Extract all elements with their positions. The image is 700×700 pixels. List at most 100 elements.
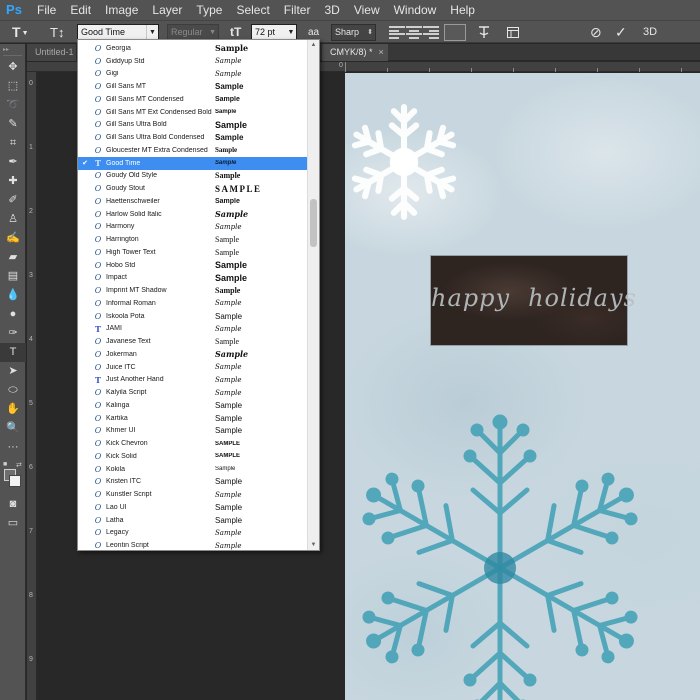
font-list-item[interactable]: O Kunstler Script Sample bbox=[78, 488, 308, 501]
font-list-item[interactable]: O Gill Sans MT Condensed Sample bbox=[78, 93, 308, 106]
font-list-item[interactable]: T Just Another Hand Sample bbox=[78, 374, 308, 387]
close-icon[interactable]: × bbox=[379, 47, 384, 57]
eraser-tool-icon[interactable]: ▰ bbox=[0, 248, 26, 267]
font-list-item[interactable]: O Kartika Sample bbox=[78, 412, 308, 425]
type-tool-icon[interactable]: T bbox=[0, 343, 26, 362]
panel-grip[interactable]: ▸▸ bbox=[3, 46, 22, 56]
font-list-item[interactable]: O Leontin Script Sample bbox=[78, 539, 308, 550]
menu-3d[interactable]: 3D bbox=[317, 0, 346, 20]
move-tool-icon[interactable]: ✥ bbox=[0, 58, 26, 77]
blur-tool-icon[interactable]: 💧 bbox=[0, 286, 26, 305]
menu-layer[interactable]: Layer bbox=[145, 0, 189, 20]
font-list-item[interactable]: O Kick Solid SAMPLE bbox=[78, 450, 308, 463]
font-list-item[interactable]: O Khmer UI Sample bbox=[78, 425, 308, 438]
font-list-item[interactable]: O Latha Sample bbox=[78, 514, 308, 527]
font-list-item[interactable]: O Gill Sans Ultra Bold Sample bbox=[78, 119, 308, 132]
font-list-item[interactable]: O Georgia Sample bbox=[78, 42, 308, 55]
document-canvas[interactable]: happy holidays bbox=[345, 73, 700, 700]
scrollbar-thumb[interactable] bbox=[310, 199, 317, 247]
scroll-down-icon[interactable]: ▼ bbox=[308, 540, 319, 550]
history-brush-tool-icon[interactable]: ✍ bbox=[0, 229, 26, 248]
menu-view[interactable]: View bbox=[347, 0, 387, 20]
more-tools-icon[interactable]: ··· bbox=[0, 438, 26, 457]
text-color-swatch[interactable] bbox=[444, 24, 466, 41]
menu-file[interactable]: File bbox=[30, 0, 63, 20]
font-list-item[interactable]: O Legacy Sample bbox=[78, 527, 308, 540]
swap-colors-icon[interactable]: ⇄ bbox=[16, 461, 22, 469]
anti-alias-select[interactable]: Sharp ⬍ bbox=[331, 24, 376, 41]
font-list-item[interactable]: O Gill Sans Ultra Bold Condensed Sample bbox=[78, 131, 308, 144]
crop-tool-icon[interactable]: ⌗ bbox=[0, 134, 26, 153]
menu-window[interactable]: Window bbox=[387, 0, 444, 20]
font-list-item[interactable]: O Kokila Sample bbox=[78, 463, 308, 476]
scroll-up-icon[interactable]: ▲ bbox=[308, 40, 319, 50]
document-tab-untitled[interactable]: Untitled-1 bbox=[27, 44, 77, 61]
font-list-item[interactable]: O Iskoola Pota Sample bbox=[78, 310, 308, 323]
background-color-swatch[interactable] bbox=[9, 475, 21, 487]
cancel-edits-icon[interactable]: ⊘ bbox=[590, 24, 606, 41]
font-list-item[interactable]: ✔ T Good Time Sample bbox=[78, 156, 308, 170]
hand-tool-icon[interactable]: ✋ bbox=[0, 400, 26, 419]
menu-filter[interactable]: Filter bbox=[277, 0, 318, 20]
font-list-item[interactable]: O Imprint MT Shadow Sample bbox=[78, 284, 308, 297]
chevron-down-icon[interactable]: ▼ bbox=[286, 25, 296, 40]
menu-help[interactable]: Help bbox=[443, 0, 482, 20]
menu-image[interactable]: Image bbox=[98, 0, 145, 20]
menu-type[interactable]: Type bbox=[189, 0, 229, 20]
font-list-item[interactable]: O Gill Sans MT Ext Condensed Bold Sample bbox=[78, 106, 308, 119]
font-list-item[interactable]: O Haettenschweiler Sample bbox=[78, 195, 308, 208]
3d-button[interactable]: 3D bbox=[643, 24, 663, 41]
font-list-item[interactable]: O High Tower Text Sample bbox=[78, 246, 308, 259]
chevron-down-icon[interactable]: ▼ bbox=[146, 25, 158, 40]
screen-mode-icon[interactable]: ▭ bbox=[0, 514, 26, 533]
text-orientation-icon[interactable]: T↕ bbox=[50, 24, 66, 41]
font-list-item[interactable]: O Impact Sample bbox=[78, 272, 308, 285]
default-colors-icon[interactable]: ■ bbox=[3, 461, 7, 468]
font-list-item[interactable]: O Giddyup Std Sample bbox=[78, 55, 308, 68]
pen-tool-icon[interactable]: ✑ bbox=[0, 324, 26, 343]
align-left-button[interactable] bbox=[389, 26, 405, 39]
character-panel-icon[interactable] bbox=[506, 24, 520, 41]
quick-select-tool-icon[interactable]: ✎ bbox=[0, 115, 26, 134]
menu-edit[interactable]: Edit bbox=[63, 0, 98, 20]
font-list-item[interactable]: O Lao UI Sample bbox=[78, 501, 308, 514]
eyedropper-tool-icon[interactable]: ✒ bbox=[0, 153, 26, 172]
font-list-item[interactable]: O Javanese Text Sample bbox=[78, 335, 308, 348]
font-list-item[interactable]: O Gloucester MT Extra Condensed Sample bbox=[78, 144, 308, 157]
align-center-button[interactable] bbox=[406, 26, 422, 39]
warp-text-icon[interactable] bbox=[476, 24, 492, 41]
font-list-item[interactable]: O Jokerman Sample bbox=[78, 348, 308, 361]
font-list-item[interactable]: O Hobo Std Sample bbox=[78, 259, 308, 272]
zoom-tool-icon[interactable]: 🔍 bbox=[0, 419, 26, 438]
font-list-item[interactable]: O Harrington Sample bbox=[78, 233, 308, 246]
font-list-item[interactable]: O Harlow Solid Italic Sample bbox=[78, 208, 308, 221]
marquee-tool-icon[interactable]: ⬚ bbox=[0, 77, 26, 96]
tool-preset-picker[interactable]: T▼ bbox=[12, 24, 38, 41]
font-list-item[interactable]: O Kristen ITC Sample bbox=[78, 476, 308, 489]
vertical-ruler[interactable]: 0 1 2 3 4 5 6 7 8 9 bbox=[27, 72, 37, 700]
lasso-tool-icon[interactable]: ➰ bbox=[0, 96, 26, 115]
font-list-item[interactable]: O Gigi Sample bbox=[78, 68, 308, 81]
shape-tool-icon[interactable]: ⬭ bbox=[0, 381, 26, 400]
font-list-item[interactable]: O Gill Sans MT Sample bbox=[78, 80, 308, 93]
greeting-text-box[interactable]: happy holidays bbox=[431, 256, 636, 345]
font-list-item[interactable]: O Kick Chevron SAMPLE bbox=[78, 437, 308, 450]
font-list-item[interactable]: T JAMI Sample bbox=[78, 323, 308, 336]
quick-mask-icon[interactable]: ◙ bbox=[0, 495, 26, 514]
font-list-item[interactable]: O Goudy Stout SAMPLE bbox=[78, 182, 308, 195]
font-list-item[interactable]: O Informal Roman Sample bbox=[78, 297, 308, 310]
path-select-tool-icon[interactable]: ➤ bbox=[0, 362, 26, 381]
menu-select[interactable]: Select bbox=[229, 0, 276, 20]
font-family-dropdown[interactable]: O Georgia Sample O Giddyup Std Sample O Gigi Sam… bbox=[77, 39, 320, 551]
font-list-item[interactable]: O Goudy Old Style Sample bbox=[78, 170, 308, 183]
font-list-scrollbar[interactable]: ▲ ▼ bbox=[307, 40, 319, 550]
font-list-item[interactable]: O Kalinga Sample bbox=[78, 399, 308, 412]
align-right-button[interactable] bbox=[423, 26, 439, 39]
gradient-tool-icon[interactable]: ▤ bbox=[0, 267, 26, 286]
commit-edits-icon[interactable]: ✓ bbox=[615, 24, 631, 41]
document-tab-active[interactable]: CMYK/8) * × bbox=[322, 44, 388, 61]
dodge-tool-icon[interactable]: ● bbox=[0, 305, 26, 324]
font-list-item[interactable]: O Kalyila Script Sample bbox=[78, 386, 308, 399]
font-list-item[interactable]: O Harmony Sample bbox=[78, 221, 308, 234]
font-list-item[interactable]: O Juice ITC Sample bbox=[78, 361, 308, 374]
